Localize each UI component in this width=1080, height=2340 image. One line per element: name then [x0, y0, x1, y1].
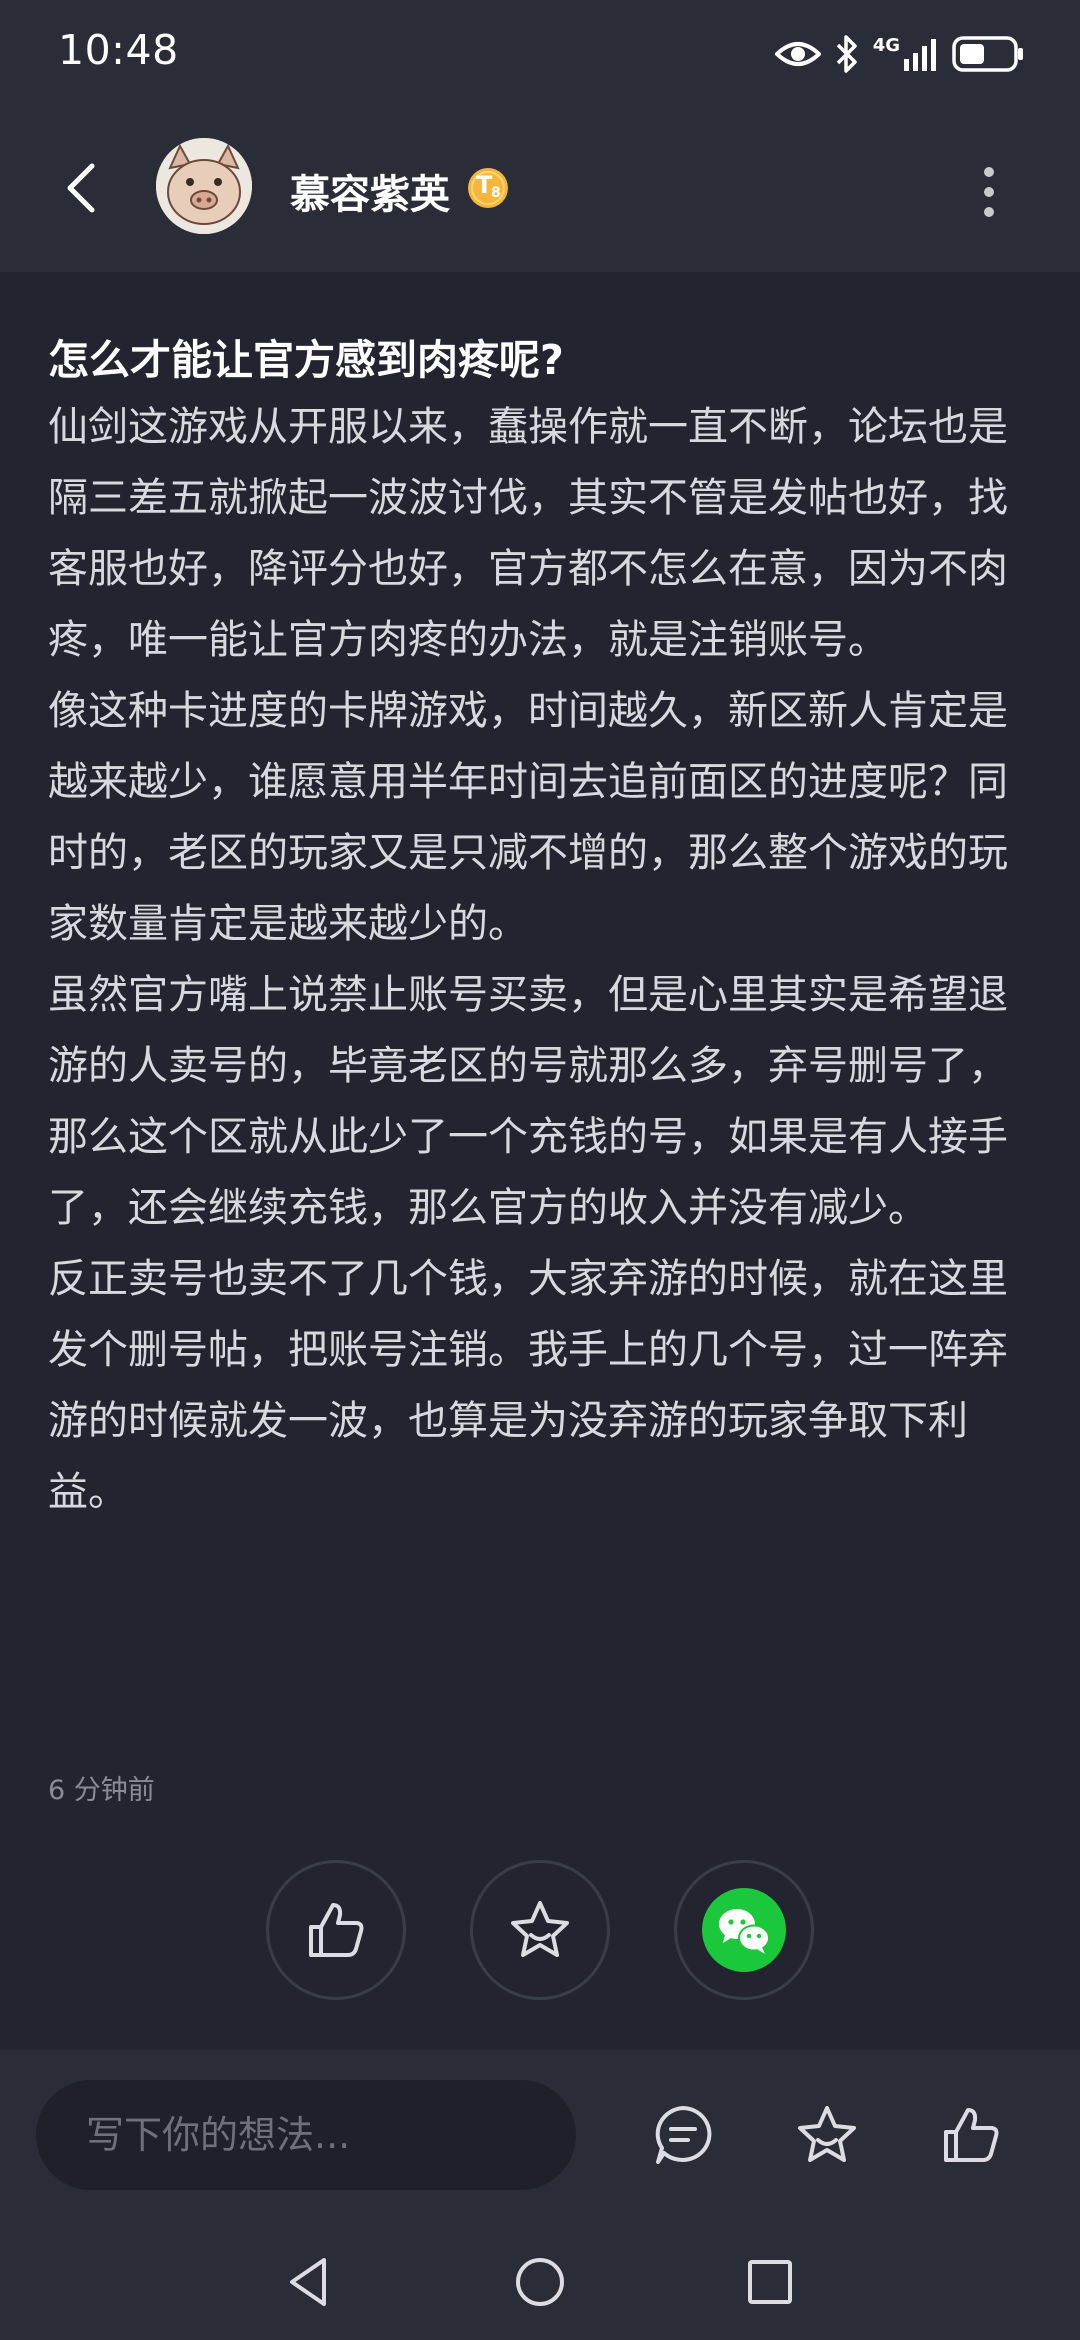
- pig-avatar-image: [156, 138, 252, 234]
- network-label: 4G: [872, 35, 900, 56]
- nav-recents-icon[interactable]: [742, 2254, 798, 2310]
- nav-back-icon[interactable]: [282, 2254, 338, 2310]
- wechat-share-icon: [702, 1888, 786, 1972]
- bluetooth-icon: [836, 35, 857, 73]
- status-time: 10:48: [58, 26, 179, 74]
- post-body: 仙剑这游戏从开服以来，蠢操作就一直不断，论坛也是隔三差五就掀起一波波讨伐，其实不…: [48, 392, 1008, 1528]
- post-header: 慕容紫英 T 8: [0, 110, 1080, 272]
- post-paragraph-2: 像这种卡进度的卡牌游戏，时间越久，新区新人肯定是越来越少，谁愿意用半年时间去追前…: [48, 688, 1008, 947]
- comment-icon[interactable]: [650, 2102, 716, 2168]
- avatar[interactable]: [156, 138, 252, 234]
- wechat-share-button[interactable]: [674, 1860, 814, 2000]
- comment-input[interactable]: 写下你的想法...: [36, 2080, 576, 2190]
- like-button[interactable]: [266, 1860, 406, 2000]
- battery-icon: [952, 36, 1023, 72]
- eye-icon: [774, 42, 821, 66]
- status-bar: 10:48 4G: [0, 0, 1080, 110]
- like-icon[interactable]: [938, 2102, 1004, 2168]
- more-vertical-icon[interactable]: [974, 164, 1004, 220]
- level-badge: T 8: [466, 166, 510, 210]
- comment-bar: 写下你的想法...: [0, 2050, 1080, 2224]
- network-indicator: 4G: [873, 37, 938, 71]
- favorite-button[interactable]: [470, 1860, 610, 2000]
- post-content: 怎么才能让官方感到肉疼呢? 仙剑这游戏从开服以来，蠢操作就一直不断，论坛也是隔三…: [0, 272, 1080, 2050]
- post-title: 怎么才能让官方感到肉疼呢?: [48, 336, 564, 384]
- badge-subtext: 8: [491, 185, 501, 201]
- signal-icon: [904, 39, 936, 71]
- status-icons: 4G: [774, 28, 1024, 80]
- author-name[interactable]: 慕容紫英: [290, 162, 450, 220]
- nav-home-icon[interactable]: [512, 2254, 568, 2310]
- favorite-icon[interactable]: [794, 2102, 860, 2168]
- like-icon: [309, 1903, 364, 1957]
- favorite-icon: [511, 1901, 569, 1957]
- badge-text: T: [476, 171, 493, 199]
- post-paragraph-1: 仙剑这游戏从开服以来，蠢操作就一直不断，论坛也是隔三差五就掀起一波波讨伐，其实不…: [48, 404, 1008, 663]
- back-arrow-icon[interactable]: [54, 158, 114, 218]
- post-paragraph-4: 反正卖号也卖不了几个钱，大家弃游的时候，就在这里发个删号帖，把账号注销。我手上的…: [48, 1256, 1008, 1515]
- system-navigation-bar: [0, 2224, 1080, 2340]
- post-timestamp: 6 分钟前: [48, 1775, 155, 1806]
- post-paragraph-3: 虽然官方嘴上说禁止账号买卖，但是心里其实是希望退游的人卖号的，毕竟老区的号就那么…: [48, 972, 1008, 1231]
